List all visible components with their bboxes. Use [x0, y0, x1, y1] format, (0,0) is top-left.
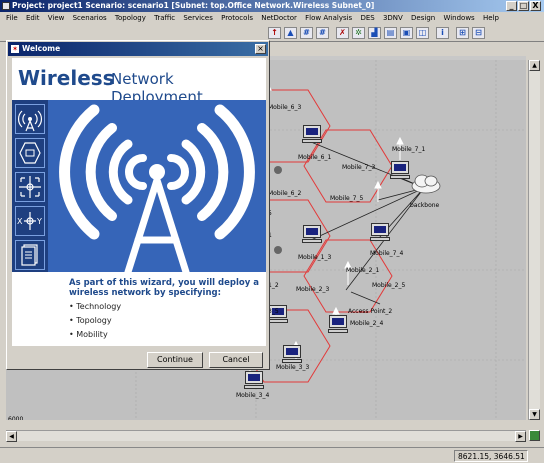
xy-icon: XY — [15, 206, 45, 236]
menu-traffic[interactable]: Traffic — [154, 14, 175, 22]
app-icon — [2, 2, 10, 10]
dialog-title: Welcome — [22, 44, 61, 53]
menu-netdoctor[interactable]: NetDoctor — [261, 14, 297, 22]
menu-design[interactable]: Design — [411, 14, 435, 22]
dialog-title-bar: ✶ Welcome — [8, 42, 268, 56]
menu-3dnv[interactable]: 3DNV — [383, 14, 403, 22]
menu-topology[interactable]: Topology — [115, 14, 146, 22]
dialog-close-button[interactable]: × — [255, 44, 266, 54]
node-label: Mobile_3_3 — [276, 364, 310, 371]
welcome-dialog: ✶ Welcome × Wireless Network Deployment … — [6, 40, 270, 370]
report-icon[interactable]: ◫ — [416, 27, 429, 39]
cancel-button[interactable]: Cancel — [209, 352, 263, 368]
node-label: Mobile_6_2 — [268, 190, 302, 197]
step-icon-column: XY — [12, 100, 48, 272]
zoom-toggle-icon[interactable] — [529, 430, 540, 441]
main-title-bar: Project: project1 Scenario: scenario1 [S… — [0, 0, 544, 12]
wireless-tower-graphic — [48, 100, 266, 272]
workstation-icon[interactable] — [370, 224, 390, 241]
minimize-button[interactable]: _ — [506, 1, 517, 11]
node-label: Mobile_7_4 — [370, 250, 404, 257]
status-bar: 8621.15, 3646.51 — [0, 447, 544, 463]
menu-bar: File Edit View Scenarios Topology Traffi… — [0, 12, 544, 24]
menu-file[interactable]: File — [6, 14, 18, 22]
menu-protocols[interactable]: Protocols — [221, 14, 253, 22]
node-label: Mobile_2_4 — [350, 320, 384, 327]
wizard-lead-text: As part of this wizard, you will deploy … — [69, 278, 259, 298]
document-icon — [15, 240, 45, 270]
node-label: Mobile_2_1 — [346, 267, 380, 274]
menu-help[interactable]: Help — [483, 14, 499, 22]
node-label: Mobile_7_1 — [392, 146, 426, 153]
workstation-icon[interactable] — [390, 162, 410, 179]
table-icon[interactable]: ▣ — [400, 27, 413, 39]
maximize-button[interactable]: □ — [518, 1, 529, 11]
node-label: Mobile_2_3 — [296, 286, 330, 293]
wizard-description: As part of this wizard, you will deploy … — [12, 272, 266, 346]
workstation-icon[interactable] — [282, 346, 302, 363]
zoom-region-icon[interactable]: ⊟ — [472, 27, 485, 39]
failure-icon[interactable]: ✗ — [336, 27, 349, 39]
triangle-icon[interactable]: ▲ — [284, 27, 297, 39]
recover-icon[interactable]: ✲ — [352, 27, 365, 39]
bullet-topology: • Topology — [69, 316, 112, 325]
menu-view[interactable]: View — [48, 14, 65, 22]
menu-scenarios[interactable]: Scenarios — [73, 14, 107, 22]
banner-bold-text: Wireless — [18, 66, 115, 90]
menu-flow-analysis[interactable]: Flow Analysis — [305, 14, 352, 22]
scroll-left-icon[interactable]: ◀ — [6, 431, 17, 442]
node-label: backbone — [410, 202, 440, 209]
grid-alt-icon[interactable]: # — [316, 27, 329, 39]
wizard-icon: ✶ — [11, 45, 19, 53]
svg-text:Y: Y — [36, 217, 42, 226]
grid-icon[interactable]: # — [300, 27, 313, 39]
results-icon[interactable]: ▟ — [368, 27, 381, 39]
node-label: Mobile_6_3 — [268, 104, 302, 111]
continue-button[interactable]: Continue — [147, 352, 203, 368]
coordinates-readout: 8621.15, 3646.51 — [454, 450, 528, 462]
bullet-mobility: • Mobility — [69, 330, 108, 339]
left-ruler-label: 6000 — [8, 416, 24, 420]
vertical-scrollbar[interactable]: ▲ ▼ — [528, 60, 540, 420]
menu-windows[interactable]: Windows — [443, 14, 474, 22]
cloud-icon[interactable] — [410, 172, 442, 194]
topology-icon — [15, 138, 45, 168]
workstation-icon[interactable] — [244, 372, 264, 389]
move-icon — [15, 172, 45, 202]
svg-text:X: X — [17, 217, 23, 226]
node-label: Mobile_6_1 — [298, 154, 332, 161]
workstation-icon[interactable] — [302, 126, 322, 143]
open-icon[interactable]: ↑ — [268, 27, 281, 39]
scroll-down-icon[interactable]: ▼ — [529, 409, 540, 420]
antenna-icon — [15, 104, 45, 134]
window-title: Project: project1 Scenario: scenario1 [S… — [12, 1, 375, 10]
horizontal-scrollbar[interactable]: ◀ ▶ — [6, 430, 526, 442]
wizard-banner: Wireless Network Deployment — [12, 58, 266, 106]
graph-icon[interactable]: ▤ — [384, 27, 397, 39]
node-label: Mobile_2_5 — [372, 282, 406, 289]
info-icon[interactable]: i — [436, 27, 449, 39]
node-label: Mobile_1_3 — [298, 254, 332, 261]
close-button[interactable]: X — [530, 1, 541, 11]
menu-services[interactable]: Services — [183, 14, 213, 22]
workstation-icon[interactable] — [328, 316, 348, 333]
node-label: Mobile_7_5 — [330, 195, 364, 202]
scroll-up-icon[interactable]: ▲ — [529, 60, 540, 71]
menu-edit[interactable]: Edit — [26, 14, 40, 22]
scroll-right-icon[interactable]: ▶ — [515, 431, 526, 442]
bullet-technology: • Technology — [69, 302, 122, 311]
node-label: Access Point_2 — [348, 308, 393, 315]
node-label: Mobile_7_3 — [342, 164, 376, 171]
zoom-fit-icon[interactable]: ⊞ — [456, 27, 469, 39]
workstation-icon[interactable] — [302, 226, 322, 243]
menu-des[interactable]: DES — [360, 14, 374, 22]
router-node — [274, 246, 282, 254]
router-node — [274, 166, 282, 174]
node-label: Mobile_3_4 — [236, 392, 270, 399]
